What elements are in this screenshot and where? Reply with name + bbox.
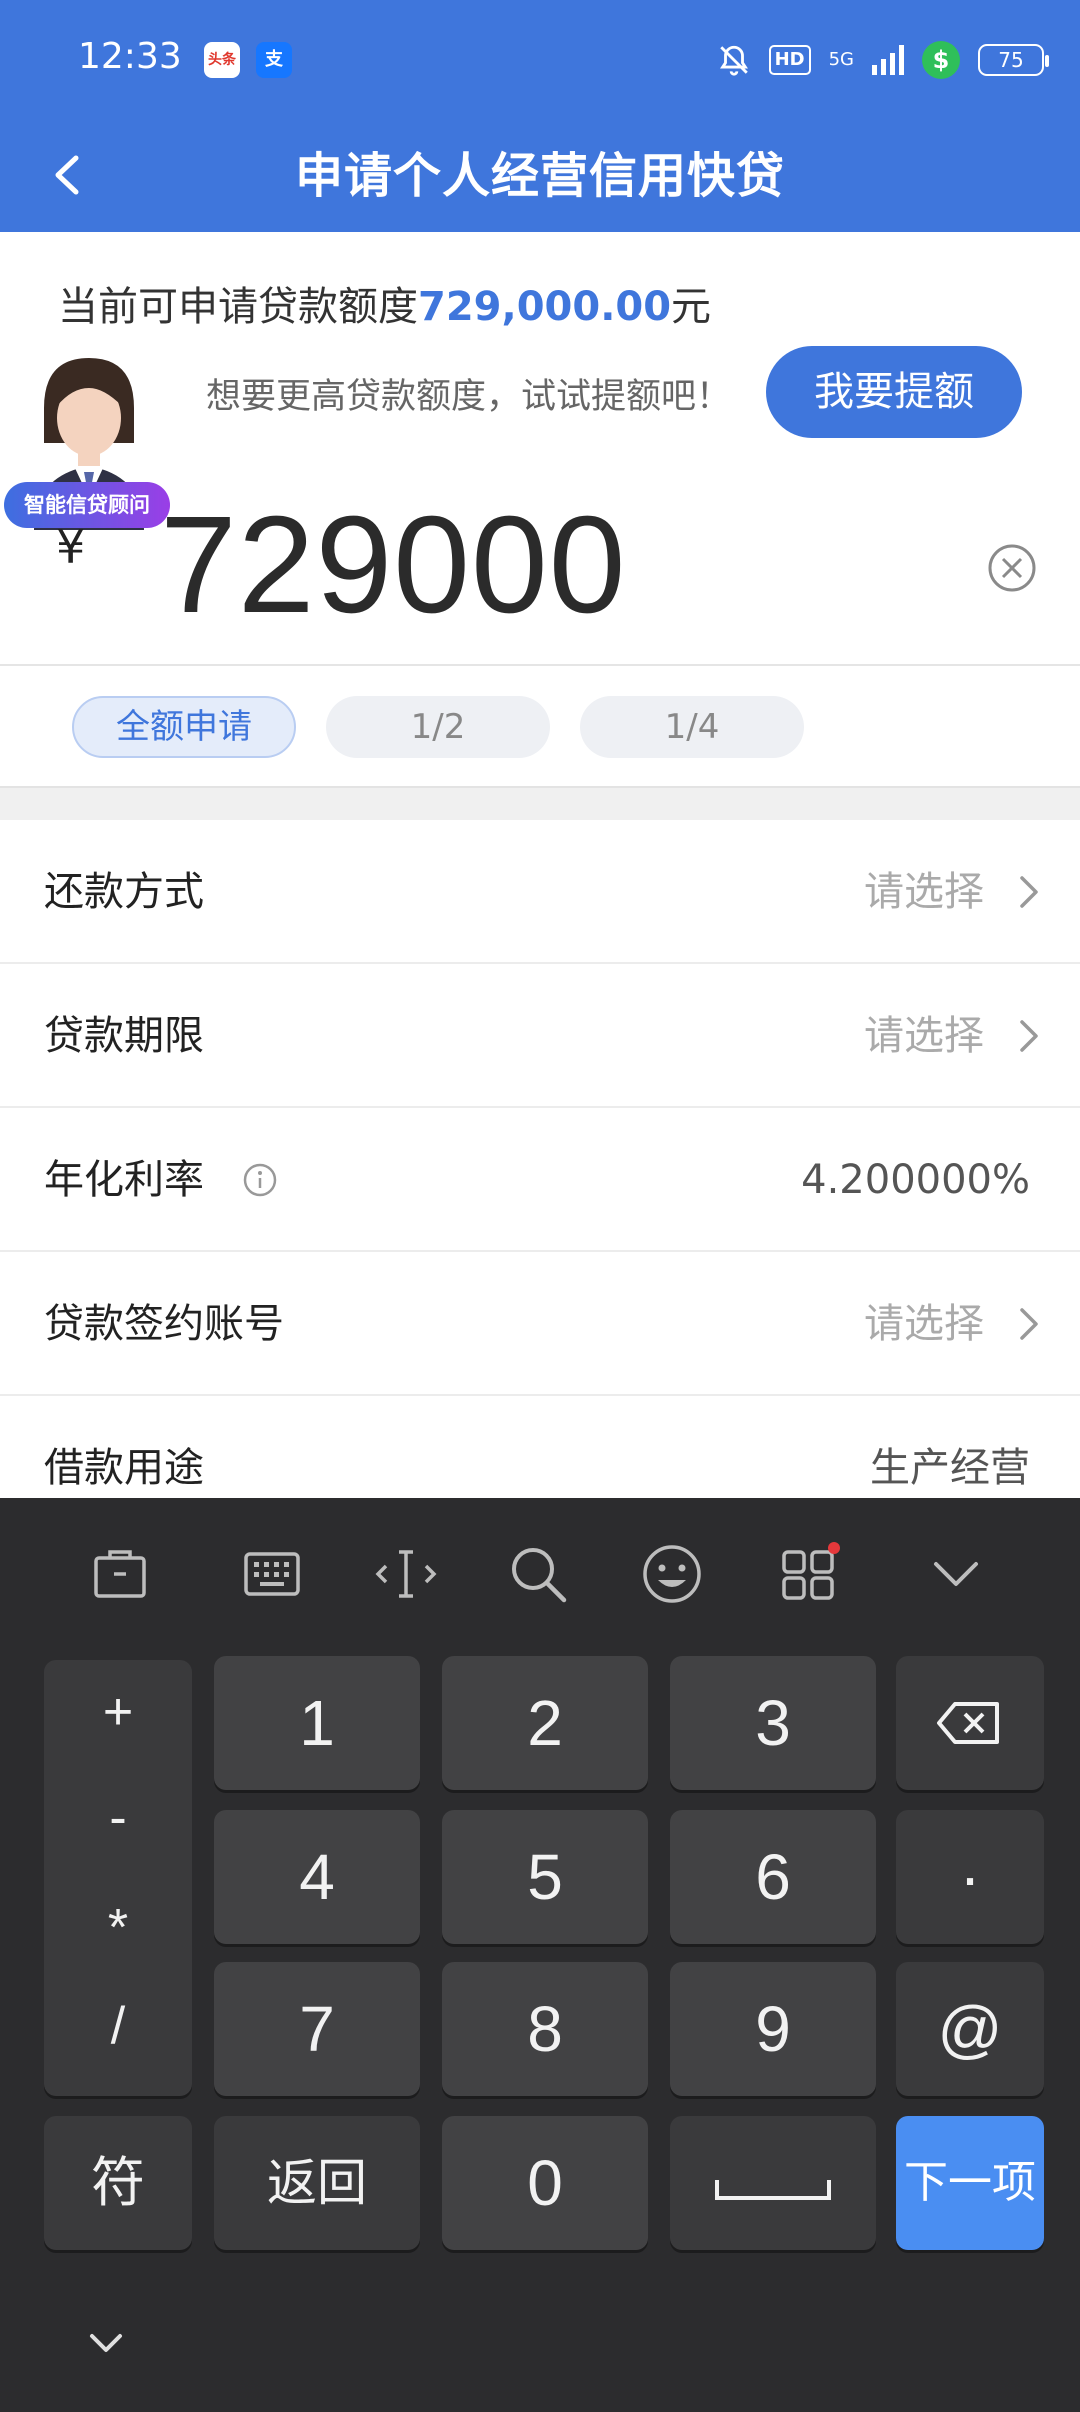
collapse-icon[interactable] bbox=[924, 1542, 988, 1606]
digit-key-5[interactable]: 5 bbox=[442, 1810, 648, 1944]
space-icon bbox=[715, 2180, 831, 2200]
backspace-key[interactable] bbox=[896, 1656, 1044, 1790]
chevron-right-icon bbox=[1020, 1308, 1038, 1340]
row-signing-account[interactable]: 贷款签约账号 请选择 bbox=[0, 1252, 1080, 1396]
currency-symbol: ¥ bbox=[56, 520, 86, 574]
status-icons: HD 5G $ 75 bbox=[717, 40, 1049, 80]
digit-key-6[interactable]: 6 bbox=[670, 1810, 876, 1944]
divider bbox=[0, 664, 1080, 666]
row-value: 请选择 bbox=[864, 1013, 984, 1059]
emoji-icon[interactable] bbox=[640, 1542, 704, 1606]
title-bar: 申请个人经营信用快贷 bbox=[0, 120, 1080, 232]
quota-prefix: 当前可申请贷款额度 bbox=[58, 284, 418, 330]
battery-icon: 75 bbox=[978, 44, 1049, 76]
advisor-badge[interactable]: 智能信贷顾问 bbox=[4, 482, 170, 528]
digit-key-9[interactable]: 9 bbox=[670, 1962, 876, 2096]
quota-suffix: 元 bbox=[671, 284, 712, 330]
clear-icon[interactable] bbox=[986, 542, 1038, 594]
chevron-down-icon[interactable] bbox=[82, 2326, 130, 2362]
row-label: 年化利率 bbox=[44, 1157, 204, 1203]
plus-key[interactable]: + bbox=[44, 1682, 192, 1742]
mute-bell-icon bbox=[719, 45, 748, 76]
row-value: 请选择 bbox=[864, 1301, 984, 1347]
minus-key[interactable]: - bbox=[44, 1788, 192, 1848]
toutiao-icon: 头条 bbox=[204, 42, 240, 78]
at-key[interactable]: @ bbox=[896, 1962, 1044, 2096]
digit-key-1[interactable]: 1 bbox=[214, 1656, 420, 1790]
dollar-app-icon: $ bbox=[922, 41, 960, 79]
quota-amount: 729,000.00 bbox=[418, 284, 672, 330]
chip-half[interactable]: 1/2 bbox=[326, 696, 550, 758]
digit-key-4[interactable]: 4 bbox=[214, 1810, 420, 1944]
row-value: 请选择 bbox=[864, 869, 984, 915]
raise-limit-button[interactable]: 我要提额 bbox=[766, 346, 1022, 438]
top-bar: 12:33 头条 支 HD 5G $ 75 申请个人经营信用快贷 bbox=[0, 0, 1080, 232]
next-key[interactable]: 下一项 bbox=[896, 2116, 1044, 2250]
digit-key-2[interactable]: 2 bbox=[442, 1656, 648, 1790]
chip-full-amount[interactable]: 全额申请 bbox=[72, 696, 296, 758]
space-key[interactable] bbox=[670, 2116, 876, 2250]
digit-key-8[interactable]: 8 bbox=[442, 1962, 648, 2096]
status-time: 12:33 bbox=[78, 36, 182, 77]
multiply-key[interactable]: * bbox=[44, 1898, 192, 1958]
symbol-key[interactable]: 符 bbox=[44, 2116, 192, 2250]
cursor-icon[interactable] bbox=[374, 1542, 438, 1606]
chip-quarter[interactable]: 1/4 bbox=[580, 696, 804, 758]
raise-hint: 想要更高贷款额度，试试提额吧！ bbox=[206, 377, 732, 417]
search-icon[interactable] bbox=[506, 1542, 570, 1606]
row-annual-rate: 年化利率 4.200000% bbox=[0, 1108, 1080, 1252]
dot-key[interactable]: · bbox=[896, 1810, 1044, 1944]
backspace-icon bbox=[937, 1702, 999, 1744]
back-key[interactable]: 返回 bbox=[214, 2116, 420, 2250]
network-label: 5G bbox=[828, 49, 854, 70]
info-icon[interactable] bbox=[242, 1162, 278, 1198]
digit-key-0[interactable]: 0 bbox=[442, 2116, 648, 2250]
alipay-icon: 支 bbox=[256, 42, 292, 78]
signal-icon bbox=[872, 45, 904, 75]
status-bar: 12:33 头条 支 HD 5G $ 75 bbox=[0, 0, 1080, 120]
operator-key[interactable]: + - * / bbox=[44, 1660, 192, 2096]
digit-key-3[interactable]: 3 bbox=[670, 1656, 876, 1790]
row-label: 还款方式 bbox=[44, 869, 204, 915]
row-label: 贷款签约账号 bbox=[44, 1301, 284, 1347]
digit-key-7[interactable]: 7 bbox=[214, 1962, 420, 2096]
quota-text: 当前可申请贷款额度729,000.00元 bbox=[58, 274, 711, 332]
section-gap bbox=[0, 786, 1080, 820]
hd-icon: HD bbox=[768, 45, 811, 75]
amount-input[interactable]: 729000 bbox=[160, 490, 627, 640]
page-title: 申请个人经营信用快贷 bbox=[294, 148, 785, 204]
clipboard-icon[interactable] bbox=[88, 1542, 152, 1606]
row-value: 4.200000% bbox=[801, 1157, 1030, 1203]
chevron-right-icon bbox=[1020, 876, 1038, 908]
row-label: 贷款期限 bbox=[44, 1013, 204, 1059]
keyboard-icon[interactable] bbox=[240, 1542, 304, 1606]
chevron-right-icon bbox=[1020, 1020, 1038, 1052]
row-repayment-method[interactable]: 还款方式 请选择 bbox=[0, 820, 1080, 964]
row-loan-term[interactable]: 贷款期限 请选择 bbox=[0, 964, 1080, 1108]
divide-key[interactable]: / bbox=[44, 1996, 192, 2056]
apps-icon[interactable] bbox=[776, 1542, 840, 1606]
